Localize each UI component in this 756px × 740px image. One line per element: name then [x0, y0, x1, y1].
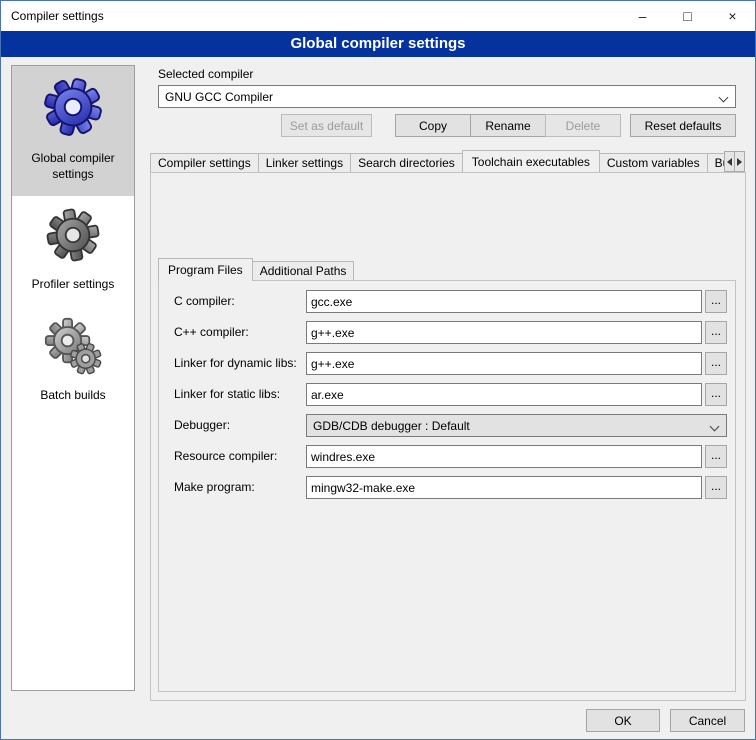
field-row-c-compiler: C compiler: ...	[158, 290, 736, 313]
tab-scroll-left-icon	[727, 158, 732, 166]
field-row-debugger: Debugger: GDB/CDB debugger : Default	[158, 414, 736, 437]
field-row-cpp-compiler: C++ compiler: ...	[158, 321, 736, 344]
rename-button[interactable]: Rename	[470, 114, 546, 137]
field-label: C++ compiler:	[174, 325, 249, 339]
static-linker-input[interactable]	[306, 383, 702, 406]
close-button[interactable]: ×	[710, 1, 755, 31]
c-compiler-input[interactable]	[306, 290, 702, 313]
field-label: C compiler:	[174, 294, 235, 308]
tab-compiler-settings[interactable]: Compiler settings	[150, 153, 259, 172]
sidebar-item-profiler-settings[interactable]: Profiler settings	[12, 196, 134, 307]
minimize-button[interactable]: –	[620, 1, 665, 31]
cpp-compiler-input[interactable]	[306, 321, 702, 344]
field-label: Debugger:	[174, 418, 230, 432]
debugger-select-value: GDB/CDB debugger : Default	[313, 419, 470, 433]
sidebar-item-label: Batch builds	[40, 388, 105, 404]
tab-search-directories[interactable]: Search directories	[350, 153, 463, 172]
field-label: Linker for static libs:	[174, 387, 280, 401]
tab-linker-settings[interactable]: Linker settings	[258, 153, 351, 172]
batch-builds-gears-icon	[44, 317, 102, 375]
static-linker-browse-button[interactable]: ...	[705, 383, 727, 406]
sidebar-item-global-compiler-settings[interactable]: Global compiler settings	[12, 66, 134, 196]
compiler-select[interactable]: GNU GCC Compiler	[158, 85, 736, 108]
selected-compiler-label: Selected compiler	[158, 67, 253, 81]
set-as-default-button[interactable]: Set as default	[281, 114, 372, 137]
reset-defaults-button[interactable]: Reset defaults	[630, 114, 736, 137]
main-tab-strip: Compiler settings Linker settings Search…	[150, 150, 724, 172]
make-program-browse-button[interactable]: ...	[705, 476, 727, 499]
dynamic-linker-input[interactable]	[306, 352, 702, 375]
settings-sidebar: Global compiler settings	[11, 65, 135, 691]
cpp-compiler-browse-button[interactable]: ...	[705, 321, 727, 344]
tab-custom-variables[interactable]: Custom variables	[599, 153, 708, 172]
debugger-select[interactable]: GDB/CDB debugger : Default	[306, 414, 727, 437]
tab-build-options[interactable]: Buil	[707, 153, 724, 172]
c-compiler-browse-button[interactable]: ...	[705, 290, 727, 313]
tab-scroll-right-icon	[737, 158, 742, 166]
window-title: Compiler settings	[1, 9, 104, 23]
field-row-make-program: Make program: ...	[158, 476, 736, 499]
field-row-resource-compiler: Resource compiler: ...	[158, 445, 736, 468]
field-label: Make program:	[174, 480, 255, 494]
dynamic-linker-browse-button[interactable]: ...	[705, 352, 727, 375]
page-title: Global compiler settings	[1, 31, 755, 57]
copy-button[interactable]: Copy	[395, 114, 471, 137]
cancel-button[interactable]: Cancel	[670, 709, 745, 732]
sidebar-item-label: Profiler settings	[32, 277, 115, 293]
chevron-down-icon	[719, 93, 729, 103]
sub-tab-strip: Program Files Additional Paths	[158, 258, 736, 280]
blue-gear-icon	[42, 76, 104, 138]
sidebar-item-label: Global compiler settings	[14, 151, 132, 182]
compiler-settings-dialog: Compiler settings – □ × Global compiler …	[0, 0, 756, 740]
tab-scroll-right-button[interactable]	[734, 151, 745, 172]
chevron-down-icon	[710, 422, 720, 432]
field-row-dynamic-linker: Linker for dynamic libs: ...	[158, 352, 736, 375]
ok-button[interactable]: OK	[586, 709, 660, 732]
title-bar: Compiler settings – □ ×	[1, 1, 755, 31]
field-row-static-linker: Linker for static libs: ...	[158, 383, 736, 406]
subtab-additional-paths[interactable]: Additional Paths	[252, 261, 355, 280]
sidebar-item-batch-builds[interactable]: Batch builds	[12, 307, 134, 418]
compiler-select-value: GNU GCC Compiler	[165, 90, 273, 104]
delete-button[interactable]: Delete	[545, 114, 621, 137]
resource-compiler-input[interactable]	[306, 445, 702, 468]
subtab-program-files[interactable]: Program Files	[158, 258, 253, 281]
field-label: Resource compiler:	[174, 449, 277, 463]
resource-compiler-browse-button[interactable]: ...	[705, 445, 727, 468]
profiler-tool-icon	[44, 206, 102, 264]
tab-toolchain-executables[interactable]: Toolchain executables	[462, 150, 600, 172]
make-program-input[interactable]	[306, 476, 702, 499]
field-label: Linker for dynamic libs:	[174, 356, 297, 370]
window-controls: – □ ×	[620, 1, 755, 31]
maximize-button[interactable]: □	[665, 1, 710, 31]
